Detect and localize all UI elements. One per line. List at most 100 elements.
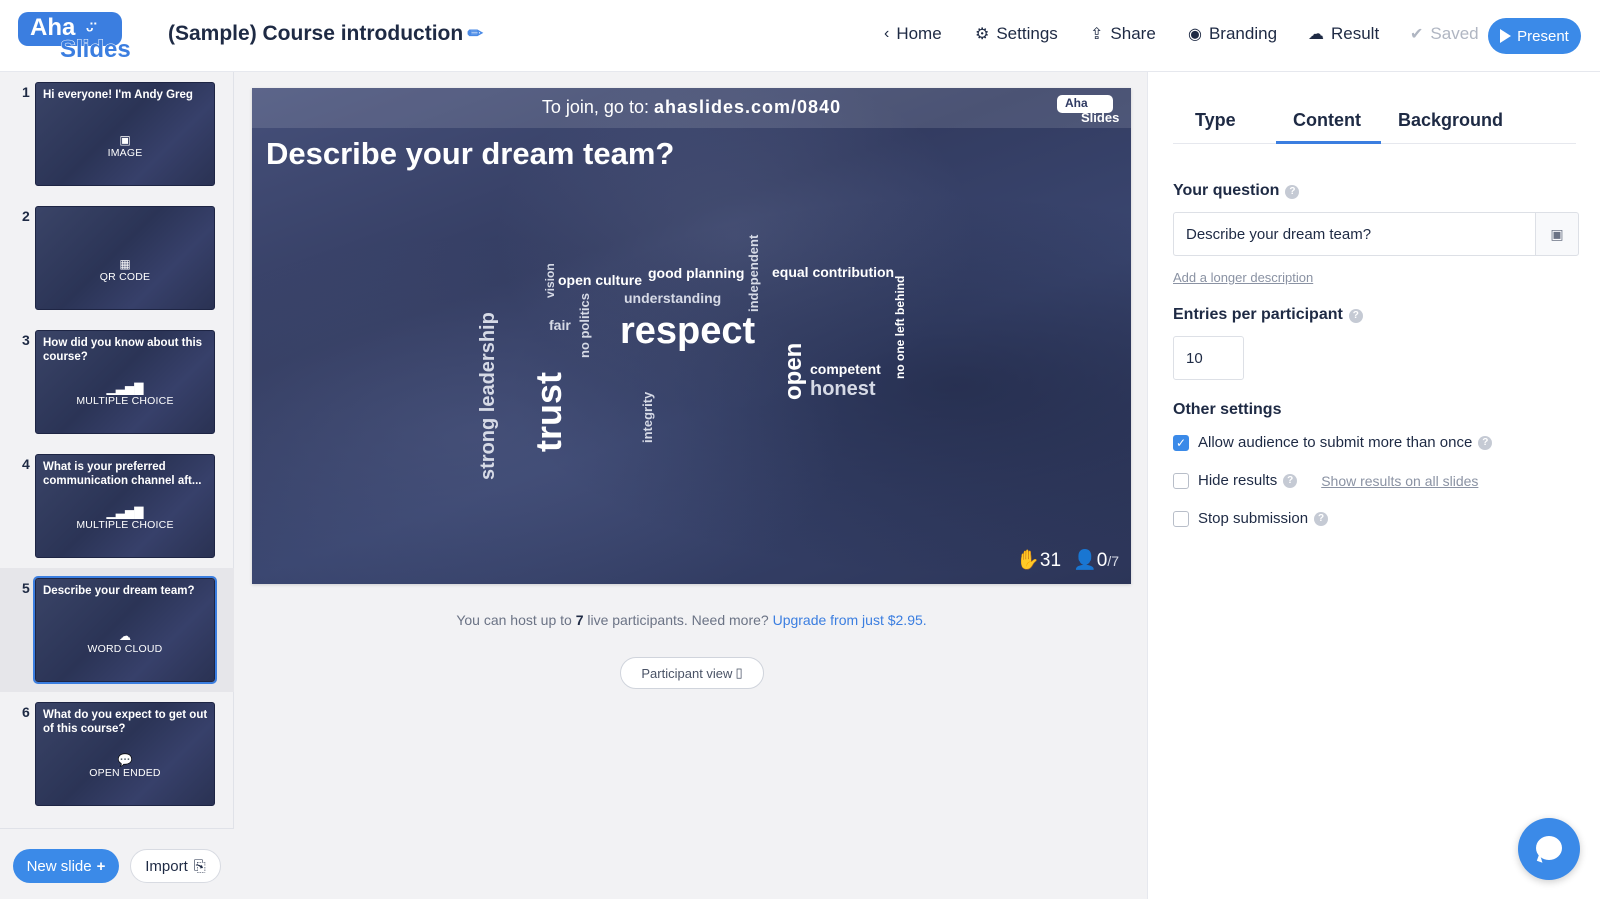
question-label-text: Your question [1173,182,1280,199]
participant-view-label: Participant view [641,665,733,681]
chat-bubble-tail [1536,853,1546,863]
word-cloud-word: vision [543,263,557,298]
tab-content[interactable]: Content [1293,110,1361,131]
import-file-icon: ⎘ [193,857,206,875]
slide-number: 2 [22,208,30,224]
help-icon[interactable]: ? [1314,511,1329,526]
slide-thumbnail[interactable]: What is your preferred communication cha… [35,454,215,558]
hide-results-option[interactable]: Hide results? Show results on all slides [1173,472,1478,489]
add-image-button[interactable]: ▣ [1535,212,1579,256]
cloud-download-icon: ☁ [1308,26,1324,43]
stop-submission-option[interactable]: Stop submission? [1173,510,1329,527]
slide-thumbnail[interactable]: Describe your dream team? ☁ WORD CLOUD [35,578,215,682]
question-input[interactable] [1173,212,1535,256]
word-cloud-word: independent [746,234,761,312]
slide-type-label: QR CODE [99,271,151,283]
play-icon [1500,29,1512,43]
word-cloud-word: integrity [640,391,655,443]
new-slide-button[interactable]: New slide + [13,849,119,883]
slide-thumbnail[interactable]: Hi everyone! I'm Andy Greg ▣ IMAGE [35,82,215,186]
participants-max: /7 [1107,553,1119,569]
help-icon[interactable]: ? [1285,185,1300,199]
slide-item-4[interactable]: 4 What is your preferred communication c… [0,444,234,568]
hide-results-checkbox[interactable] [1173,472,1189,489]
branding-button[interactable]: ◉ Branding [1188,24,1277,44]
slide-item-6[interactable]: 6 What do you expect to get out of this … [0,692,234,816]
show-results-all-slides-link[interactable]: Show results on all slides [1321,473,1478,489]
present-label: Present [1517,27,1569,45]
check-circle-icon: ✔ [1410,26,1424,43]
participants-count: 0 [1096,550,1108,571]
speech-bubble-icon: 💬 [117,753,133,767]
slide-thumbnail-title: What do you expect to get out of this co… [43,709,208,735]
result-label: Result [1331,24,1380,43]
join-prefix: To join, go to: [541,97,649,117]
phone-icon: ▯ [735,665,743,680]
responses-count: 31 [1039,550,1062,571]
slide-item-3[interactable]: 3 How did you know about this course? ▁▃… [0,320,234,444]
slide-item-2[interactable]: 2 ▦ QR CODE [0,196,234,320]
slide-thumbnail-title: What is your preferred communication cha… [43,461,202,487]
share-button[interactable]: ⇪ Share [1090,24,1156,44]
ahaslides-logo[interactable]: Aha ᵕ̈ Slides [18,12,136,64]
allow-multiple-checkbox[interactable]: ✓ [1173,434,1189,451]
slide-thumbnail[interactable]: What do you expect to get out of this co… [35,702,215,806]
person-icon: 👤 [1073,550,1097,571]
help-icon[interactable]: ? [1283,473,1298,488]
question-label: Your question? [1173,182,1300,200]
saved-label: Saved [1430,24,1479,43]
slide-thumbnail[interactable]: How did you know about this course? ▁▃▅▇… [35,330,215,434]
slide-preview: To join, go to: ahaslides.com/0840 Aha S… [252,88,1131,584]
slide-thumbnail-title: How did you know about this course? [43,337,203,363]
slide-number: 3 [22,332,30,348]
chevron-left-icon: ‹ [884,25,890,42]
plus-icon: + [96,857,106,875]
slide-type-label: WORD CLOUD [87,643,163,655]
tab-type[interactable]: Type [1195,110,1236,131]
settings-button[interactable]: ⚙ Settings [975,24,1058,44]
home-button[interactable]: ‹ Home [884,24,942,44]
slide-item-5[interactable]: 5 Describe your dream team? ☁ WORD CLOUD [0,568,234,692]
stop-submission-checkbox[interactable] [1173,510,1189,527]
share-icon: ⇪ [1090,26,1104,43]
participant-view-button[interactable]: Participant view ▯ [620,657,764,689]
result-button[interactable]: ☁ Result [1308,24,1379,44]
presentation-title-text: (Sample) Course introduction [168,22,464,45]
join-url: ahaslides.com/0840 [653,97,842,117]
hand-icon: ✋ [1016,550,1040,571]
pencil-icon[interactable]: ✎ [463,21,489,47]
response-counters: ✋31 👤0/7 [1016,548,1119,572]
responses-counter: ✋31 [1016,548,1061,572]
upgrade-link[interactable]: Upgrade from just $2.95. [773,612,927,628]
word-cloud-word: trust [528,372,569,452]
word-cloud-word: equal contribution [772,264,895,280]
bar-chart-icon: ▁▃▅▇ [106,505,144,519]
help-icon[interactable]: ? [1348,309,1363,323]
word-cloud-word: no politics [577,293,592,358]
present-button[interactable]: Present [1488,18,1581,54]
saved-status: ✔ Saved [1410,24,1479,44]
presentation-title[interactable]: (Sample) Course introduction✎ [168,21,488,46]
word-cloud-word: honest [810,378,876,400]
word-cloud-word: open culture [558,272,643,288]
slide-type-label: IMAGE [107,147,143,159]
slide-item-1[interactable]: 1 Hi everyone! I'm Andy Greg ▣ IMAGE [0,72,234,196]
host-note-middle: live participants. Need more? [587,612,769,628]
slide-number: 4 [22,456,30,472]
help-icon[interactable]: ? [1478,435,1493,450]
add-description-link[interactable]: Add a longer description [1173,270,1313,285]
import-button[interactable]: Import ⎘ [130,849,221,883]
slide-list-sidebar: 1 Hi everyone! I'm Andy Greg ▣ IMAGE 2 ▦… [0,72,234,899]
hide-results-label: Hide results [1198,472,1278,489]
chat-support-button[interactable] [1518,818,1580,880]
settings-label: Settings [996,24,1058,43]
tab-background[interactable]: Background [1398,110,1503,131]
top-header: Aha ᵕ̈ Slides (Sample) Course introductio… [0,0,1600,72]
word-cloud-word: strong leadership [477,312,499,480]
entries-input[interactable] [1173,336,1244,380]
allow-multiple-submit-option[interactable]: ✓ Allow audience to submit more than onc… [1173,434,1493,451]
slide-thumbnail[interactable]: ▦ QR CODE [35,206,215,310]
slide-settings-panel: Type Content Background Your question? ▣… [1147,72,1600,899]
word-cloud-word: good planning [648,265,745,281]
slide-question: Describe your dream team? [266,136,675,171]
